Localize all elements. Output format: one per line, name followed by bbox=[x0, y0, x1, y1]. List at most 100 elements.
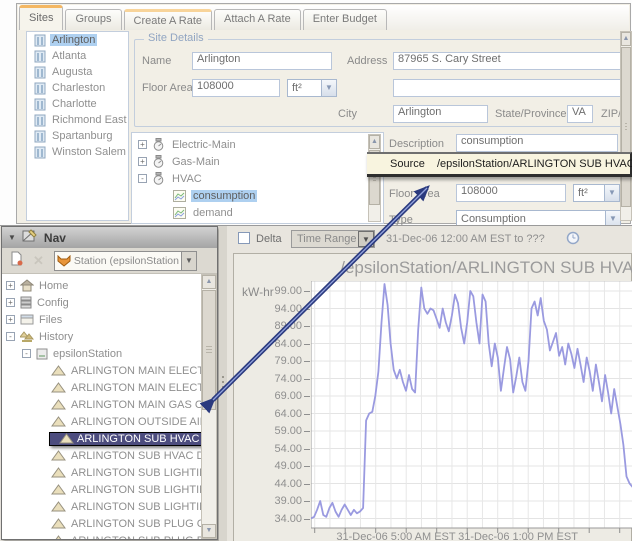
nav-panel-icon bbox=[22, 229, 37, 247]
nav-item-arlington-sub-hvac-c[interactable]: ARLINGTON SUB HVAC C bbox=[46, 430, 201, 447]
y-tick-mark bbox=[304, 484, 310, 485]
nav-item-arlington-main-electric-d[interactable]: ARLINGTON MAIN ELECTRIC D bbox=[46, 379, 201, 396]
site-item-augusta[interactable]: Augusta bbox=[27, 64, 128, 80]
site-item-winston-salem[interactable]: Winston Salem bbox=[27, 144, 128, 160]
meter-tree-item-consumption[interactable]: consumption bbox=[168, 187, 257, 204]
chevron-down-icon[interactable]: ▼ bbox=[321, 80, 336, 96]
y-tick-label: 79.00 bbox=[256, 355, 302, 367]
city-field[interactable]: Arlington bbox=[393, 105, 488, 123]
nav-item-arlington-main-electric-c[interactable]: ARLINGTON MAIN ELECTRIC C bbox=[46, 362, 201, 379]
scrollbar-thumb[interactable] bbox=[202, 290, 216, 410]
description-field[interactable]: consumption bbox=[456, 134, 618, 152]
range-text: 31-Dec-06 12:00 AM EST to ??? bbox=[386, 233, 545, 245]
nav-item-arlington-sub-plug-c[interactable]: ARLINGTON SUB PLUG C bbox=[46, 515, 201, 532]
point-floor-area-unit-combo[interactable]: ft² ▼ bbox=[573, 184, 620, 202]
y-tick-label: 64.00 bbox=[256, 408, 302, 420]
nav-item-label: ARLINGTON SUB LIGHTING D bbox=[71, 484, 201, 496]
meter-tree-scrollbar[interactable]: ▲ bbox=[368, 134, 381, 222]
panel-splitter[interactable] bbox=[219, 226, 227, 541]
meter-tree-item-electric-main[interactable]: +Electric-Main bbox=[138, 136, 238, 153]
name-label: Name bbox=[142, 55, 171, 67]
files-icon bbox=[20, 314, 34, 325]
tab-groups[interactable]: Groups bbox=[65, 9, 121, 30]
nav-item-arlington-outside-air-t[interactable]: ARLINGTON OUTSIDE AIR T bbox=[46, 413, 201, 430]
y-tick-label: 49.00 bbox=[256, 460, 302, 472]
scroll-up-icon[interactable]: ▲ bbox=[369, 135, 380, 149]
expand-icon[interactable]: + bbox=[138, 157, 147, 166]
y-tick-mark bbox=[304, 361, 310, 362]
y-tick-mark bbox=[304, 501, 310, 502]
clock-icon[interactable] bbox=[566, 231, 580, 250]
floor-area-field[interactable]: 108000 bbox=[192, 79, 280, 97]
y-tick-label: 84.00 bbox=[256, 338, 302, 350]
nav-item-arlington-sub-lighting-e[interactable]: ARLINGTON SUB LIGHTING E bbox=[46, 498, 201, 515]
meter-tree-item-demand[interactable]: demand bbox=[168, 204, 235, 221]
address2-field[interactable] bbox=[393, 79, 632, 97]
nav-item-arlington-sub-hvac-d[interactable]: ARLINGTON SUB HVAC D bbox=[46, 447, 201, 464]
nav-item-home[interactable]: +Home bbox=[6, 277, 68, 294]
expand-icon[interactable]: + bbox=[6, 298, 15, 307]
meter-tree-item-gas-main[interactable]: +Gas-Main bbox=[138, 153, 222, 170]
nav-item-history[interactable]: -History bbox=[6, 328, 73, 345]
site-item-label: Winston Salem bbox=[50, 146, 128, 158]
building-icon bbox=[34, 82, 46, 95]
site-item-spartanburg[interactable]: Spartanburg bbox=[27, 128, 128, 144]
sites-window-scrollbar[interactable]: ▲ bbox=[620, 31, 632, 221]
nav-item-files[interactable]: +Files bbox=[6, 311, 62, 328]
nav-tree-scrollbar[interactable]: ▲ ▼ bbox=[201, 274, 217, 539]
tab-sites[interactable]: Sites bbox=[19, 5, 63, 30]
nav-titlebar[interactable]: ▼ Nav bbox=[2, 227, 217, 248]
scrollbar-thumb[interactable] bbox=[621, 47, 631, 207]
delete-icon[interactable]: ✕ bbox=[33, 253, 44, 269]
history-point-icon bbox=[51, 467, 66, 478]
tab-attach-a-rate[interactable]: Attach A Rate bbox=[214, 9, 301, 30]
expand-icon[interactable]: + bbox=[6, 315, 15, 324]
nav-item-label: Config bbox=[37, 297, 69, 309]
site-item-richmond-east[interactable]: Richmond East bbox=[27, 112, 128, 128]
nav-item-arlington-sub-plug-d[interactable]: ARLINGTON SUB PLUG D bbox=[46, 532, 201, 539]
collapse-icon[interactable]: - bbox=[138, 174, 147, 183]
collapse-icon[interactable]: - bbox=[22, 349, 31, 358]
name-field[interactable]: Arlington bbox=[192, 52, 332, 70]
nav-item-arlington-sub-lighting-c[interactable]: ARLINGTON SUB LIGHTING C bbox=[46, 464, 201, 481]
history-point-icon bbox=[51, 365, 66, 376]
delta-checkbox[interactable] bbox=[238, 232, 250, 244]
nav-item-arlington-main-gas-c[interactable]: ARLINGTON MAIN GAS C bbox=[46, 396, 201, 413]
plot-area bbox=[311, 281, 632, 534]
site-item-atlanta[interactable]: Atlanta bbox=[27, 48, 128, 64]
point-floor-area-label: Floor Area bbox=[389, 188, 440, 200]
y-tick-mark bbox=[304, 309, 310, 310]
site-item-charlotte[interactable]: Charlotte bbox=[27, 96, 128, 112]
expand-icon[interactable]: + bbox=[138, 140, 147, 149]
nav-item-config[interactable]: + Config bbox=[6, 294, 69, 311]
floor-area-unit-combo[interactable]: ft² ▼ bbox=[287, 79, 337, 97]
nav-item-arlington-sub-lighting-d[interactable]: ARLINGTON SUB LIGHTING D bbox=[46, 481, 201, 498]
new-document-icon[interactable] bbox=[9, 251, 24, 271]
chevron-down-icon[interactable]: ▼ bbox=[358, 231, 374, 247]
tab-enter-budget[interactable]: Enter Budget bbox=[303, 9, 387, 30]
collapse-icon[interactable]: - bbox=[6, 332, 15, 341]
scroll-down-icon[interactable]: ▼ bbox=[202, 524, 216, 538]
nav-item-label: ARLINGTON SUB LIGHTING C bbox=[71, 467, 201, 479]
y-tick-mark bbox=[304, 466, 310, 467]
site-item-arlington[interactable]: Arlington bbox=[27, 32, 128, 48]
collapse-arrow-icon[interactable]: ▼ bbox=[8, 233, 16, 242]
nav-item-epsilonstation[interactable]: -epsilonStation bbox=[22, 345, 122, 362]
y-tick-mark bbox=[304, 344, 310, 345]
tab-create-a-rate[interactable]: Create A Rate bbox=[124, 9, 213, 30]
scroll-up-icon[interactable]: ▲ bbox=[621, 32, 631, 46]
time-range-combo[interactable]: Time Range ▼ bbox=[291, 230, 375, 248]
scroll-up-icon[interactable]: ▲ bbox=[202, 275, 216, 289]
chevron-down-icon[interactable]: ▼ bbox=[604, 185, 619, 201]
site-item-charleston[interactable]: Charleston bbox=[27, 80, 128, 96]
chevron-down-icon[interactable]: ▼ bbox=[181, 252, 196, 270]
point-floor-area-field[interactable]: 108000 bbox=[456, 184, 566, 202]
expand-icon[interactable]: + bbox=[6, 281, 15, 290]
chart-title: /epsilonStation/ARLINGTON SUB HVAC C bbox=[244, 258, 632, 278]
station-selector-combo[interactable]: Station (epsilonStation) ▼ bbox=[54, 251, 197, 271]
meter-tree-item-hvac[interactable]: -HVAC bbox=[138, 170, 204, 187]
state-field[interactable]: VA bbox=[567, 105, 593, 123]
y-tick-label: 54.00 bbox=[256, 443, 302, 455]
address-field[interactable]: 87965 S. Cary Street bbox=[393, 52, 632, 70]
source-highlight-row[interactable]: Source /epsilonStation/ARLINGTON SUB HVA… bbox=[367, 152, 632, 177]
